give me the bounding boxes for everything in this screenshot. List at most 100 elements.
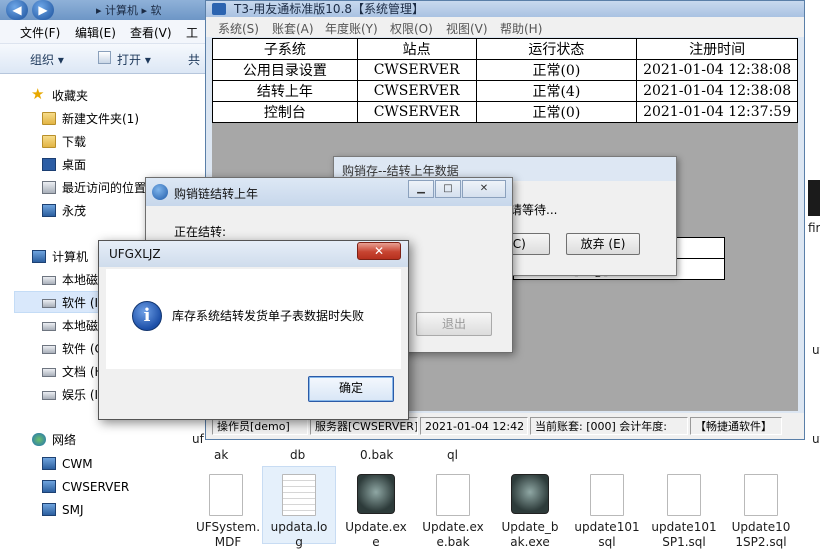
recent-places-icon	[42, 181, 56, 194]
dialog-titlebar: UFGXLJZ ✕	[99, 241, 408, 267]
file-label[interactable]: ql	[447, 448, 458, 463]
t3-menu-year-account[interactable]: 年度账(Y)	[325, 20, 378, 37]
open-icon	[98, 51, 111, 64]
open-button[interactable]: 打开 ▾	[117, 51, 151, 68]
file-item-update101sp1-sql[interactable]: update101 SP1.sql	[644, 470, 724, 549]
t3-menu-system[interactable]: 系统(S)	[218, 20, 259, 37]
t3-menu-permission[interactable]: 权限(O)	[390, 20, 433, 37]
dialog-title: 购销链结转上年	[174, 187, 259, 201]
table-row[interactable]: 控制台 CWSERVER 正常(0) 2021-01-04 12:37:59	[212, 101, 798, 123]
file-name-2: sql	[598, 535, 616, 549]
nav-item-downloads[interactable]: 下载	[42, 132, 86, 152]
minimize-icon[interactable]: ▁	[408, 180, 434, 198]
network-icon	[32, 433, 46, 446]
menu-view[interactable]: 查看(V)	[130, 24, 172, 41]
file-name: Update10	[731, 520, 791, 534]
ok-button[interactable]: 确定	[308, 376, 394, 402]
menu-file[interactable]: 文件(F)	[20, 24, 60, 41]
col-status: 运行状态	[475, 38, 638, 60]
background-app-icon	[808, 180, 820, 216]
t3-menu-account-set[interactable]: 账套(A)	[272, 20, 314, 37]
network-share-icon	[42, 204, 56, 217]
dialog-message: 请等待...	[510, 203, 558, 217]
app-icon	[212, 3, 226, 15]
file-item-update-exe[interactable]: Update.ex e	[336, 470, 416, 549]
document-icon	[744, 474, 778, 516]
menu-edit[interactable]: 编辑(E)	[75, 24, 116, 41]
nav-network[interactable]: 网络	[32, 430, 77, 450]
back-icon[interactable]: ◀	[6, 0, 28, 20]
nav-network-label: 网络	[52, 433, 77, 447]
nav-drive-local-1[interactable]: 本地磁	[42, 270, 98, 290]
t3-window-title: T3-用友通标准版10.8【系统管理】	[234, 2, 425, 16]
share-button[interactable]: 共	[188, 51, 200, 68]
file-label[interactable]: uf	[192, 432, 204, 447]
file-name: Update.ex	[345, 520, 407, 534]
nav-favorites[interactable]: ★ 收藏夹	[31, 86, 88, 106]
dialog-title: UFGXLJZ	[109, 247, 161, 261]
nav-drive-entertainment[interactable]: 娱乐 (I	[42, 385, 98, 405]
file-item-update-bak-exe[interactable]: Update_b ak.exe	[490, 470, 570, 549]
organize-button[interactable]: 组织 ▾	[30, 51, 64, 68]
file-item-update-exe-bak[interactable]: Update.ex e.bak	[413, 470, 493, 549]
exit-button[interactable]: 退出	[416, 312, 492, 336]
cell-status: 正常(0)	[475, 101, 638, 123]
close-icon[interactable]: ✕	[357, 242, 401, 260]
file-item-update101-sql[interactable]: update101 sql	[567, 470, 647, 549]
drive-icon	[42, 299, 56, 308]
drive-icon	[42, 391, 56, 400]
t3-titlebar: T3-用友通标准版10.8【系统管理】	[206, 1, 804, 17]
file-item-update101sp2-sql[interactable]: Update10 1SP2.sql	[721, 470, 801, 549]
drive-icon	[42, 276, 56, 285]
file-name: updata.lo	[270, 520, 328, 534]
app-icon	[152, 184, 168, 200]
file-label[interactable]: ak	[214, 448, 228, 463]
cell-time: 2021-01-04 12:37:59	[636, 101, 798, 123]
document-icon	[667, 474, 701, 516]
file-label[interactable]: db	[290, 448, 305, 463]
file-item-updata-log[interactable]: updata.lo g	[259, 470, 339, 549]
nav-net-smj[interactable]: SMJ	[42, 500, 84, 520]
file-label[interactable]: 0.bak	[360, 448, 393, 463]
nav-item-label: 桌面	[62, 158, 87, 172]
file-label[interactable]: uf	[812, 343, 820, 358]
nav-item-recent[interactable]: 最近访问的位置	[42, 178, 146, 198]
cell-time: 2021-01-04 12:38:08	[636, 59, 798, 81]
forward-icon[interactable]: ▶	[32, 0, 54, 20]
computer-icon	[32, 250, 46, 263]
nav-net-cwm[interactable]: CWM	[42, 454, 93, 474]
address-path[interactable]: ▸ 计算机 ▸ 软	[96, 2, 162, 18]
nav-drive-software-1[interactable]: 软件 (I	[42, 293, 98, 313]
maximize-icon[interactable]: □	[435, 180, 461, 198]
nav-net-cwserver[interactable]: CWSERVER	[42, 477, 129, 497]
t3-menu-view[interactable]: 视图(V)	[446, 20, 488, 37]
cell-status: 正常(0)	[475, 59, 638, 81]
nav-item-desktop[interactable]: 桌面	[42, 155, 87, 175]
file-name: Update_b	[501, 520, 559, 534]
col-subsystem: 子系统	[212, 38, 358, 60]
file-name-2: MDF	[214, 535, 242, 549]
close-icon[interactable]: ✕	[462, 180, 506, 198]
table-row[interactable]: 公用目录设置 CWSERVER 正常(0) 2021-01-04 12:38:0…	[212, 59, 798, 81]
text-file-icon	[282, 474, 316, 516]
cell-subsystem: 公用目录设置	[212, 59, 358, 81]
nav-item-yongmao[interactable]: 永茂	[42, 201, 86, 221]
computer-icon	[42, 480, 56, 493]
table-row[interactable]: 结转上年 CWSERVER 正常(4) 2021-01-04 12:38:08	[212, 80, 798, 102]
menu-tools[interactable]: 工	[186, 24, 198, 41]
table-header-row: 子系统 站点 运行状态 注册时间	[212, 38, 798, 60]
nav-item-new-folder[interactable]: 新建文件夹(1)	[42, 109, 139, 129]
nav-drive-local-2[interactable]: 本地磁	[42, 316, 98, 336]
dialog-titlebar: 购销链结转上年 ▁ □ ✕	[146, 178, 512, 206]
computer-icon	[42, 457, 56, 470]
file-label[interactable]: fir	[808, 221, 820, 236]
file-item-ufsystem-mdf[interactable]: UFSystem. MDF	[188, 470, 268, 549]
abandon-button[interactable]: 放弃 (E)	[566, 233, 640, 255]
t3-menu-help[interactable]: 帮助(H)	[500, 20, 542, 37]
file-name-2: g	[295, 535, 303, 549]
cell-time: 2021-01-04 12:38:08	[636, 80, 798, 102]
file-label[interactable]: uf	[812, 432, 820, 447]
nav-drive-software-2[interactable]: 软件 (C	[42, 339, 103, 359]
cell-subsystem: 结转上年	[212, 80, 358, 102]
nav-computer[interactable]: 计算机	[32, 247, 88, 267]
